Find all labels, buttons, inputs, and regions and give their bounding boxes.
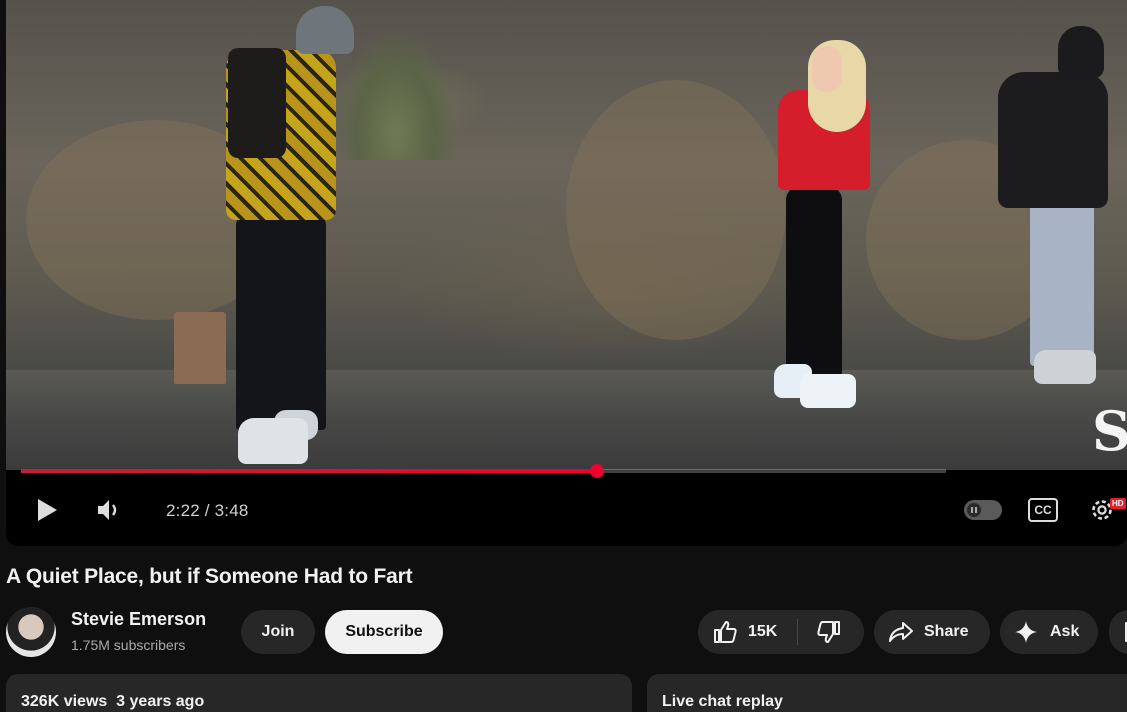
time-display: 2:22 / 3:48 bbox=[166, 501, 249, 520]
ask-button[interactable]: Ask bbox=[1000, 610, 1098, 654]
share-button[interactable]: Share bbox=[874, 610, 990, 654]
yucca-plant bbox=[336, 30, 456, 160]
captions-button[interactable]: CC bbox=[1028, 498, 1058, 522]
gravel-road bbox=[6, 370, 1127, 470]
captions-icon: CC bbox=[1034, 503, 1052, 517]
man-hoodie bbox=[998, 72, 1108, 208]
hillside-brush bbox=[566, 80, 786, 340]
live-chat-replay-label: Live chat replay bbox=[662, 693, 783, 710]
player-controls: 2:22 / 3:48 CC HD bbox=[6, 484, 1127, 536]
progress-bar-fill bbox=[21, 469, 598, 473]
live-chat-replay-panel[interactable]: Live chat replay bbox=[647, 674, 1127, 712]
volume-button[interactable] bbox=[94, 494, 124, 526]
like-divider bbox=[797, 619, 798, 645]
ask-label: Ask bbox=[1050, 623, 1080, 640]
subscriber-count: 1.75M subscribers bbox=[71, 637, 186, 653]
like-dislike-group: 15K bbox=[698, 610, 864, 654]
thumbs-up-icon[interactable] bbox=[712, 619, 738, 645]
subscribe-button[interactable]: Subscribe bbox=[325, 610, 443, 654]
share-label: Share bbox=[924, 623, 969, 640]
man-shoe bbox=[1034, 350, 1096, 384]
volume-icon bbox=[98, 500, 117, 520]
video-title: A Quiet Place, but if Someone Had to Far… bbox=[6, 565, 413, 588]
more-actions-button[interactable] bbox=[1109, 610, 1127, 654]
play-icon bbox=[38, 499, 57, 521]
progress-scrubber-handle[interactable] bbox=[590, 464, 605, 478]
man-hood bbox=[1058, 26, 1104, 78]
join-button[interactable]: Join bbox=[241, 610, 315, 654]
sparkle-icon bbox=[1015, 621, 1037, 643]
view-count-and-date: 326K views 3 years ago bbox=[21, 693, 205, 710]
paper-bag bbox=[174, 312, 226, 384]
like-count[interactable]: 15K bbox=[748, 623, 777, 641]
video-frame[interactable]: S bbox=[6, 0, 1127, 470]
progress-bar[interactable] bbox=[21, 464, 946, 478]
hd-badge: HD bbox=[1110, 498, 1126, 509]
hiker-beanie bbox=[296, 6, 354, 54]
woman-face bbox=[812, 46, 842, 92]
channel-name[interactable]: Stevie Emerson bbox=[71, 609, 206, 630]
thumbs-down-icon bbox=[817, 621, 840, 643]
toggle-knob bbox=[967, 503, 981, 517]
channel-avatar[interactable] bbox=[6, 607, 56, 657]
description-box[interactable]: 326K views 3 years ago bbox=[6, 674, 632, 712]
autoplay-toggle[interactable] bbox=[964, 500, 1002, 520]
hiker-shoe bbox=[238, 418, 308, 464]
hiker-legs bbox=[236, 215, 326, 430]
hiker-backpack bbox=[228, 48, 286, 158]
woman-legs bbox=[786, 186, 842, 376]
dislike-button[interactable] bbox=[814, 618, 844, 646]
share-arrow-icon bbox=[889, 622, 913, 642]
channel-watermark-logo: S bbox=[1092, 399, 1127, 463]
pause-icon bbox=[971, 507, 977, 513]
video-player[interactable]: S 2:22 / 3:48 CC HD bbox=[6, 0, 1127, 546]
woman-shoe bbox=[800, 374, 856, 408]
play-button[interactable] bbox=[32, 494, 62, 526]
man-jeans bbox=[1030, 196, 1094, 366]
